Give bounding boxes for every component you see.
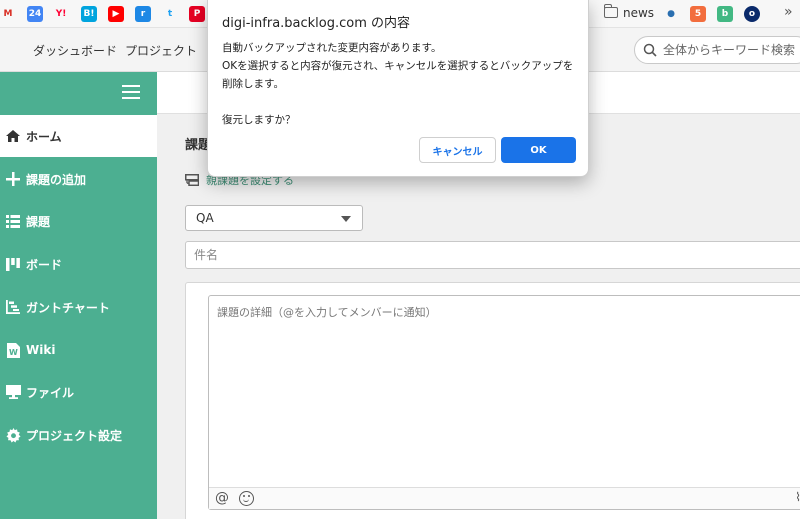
bookmark-news[interactable]: news (623, 6, 654, 20)
circle-app-icon[interactable]: o (744, 6, 760, 22)
gantt-icon (0, 300, 26, 314)
sidebar-item-label: ボード (26, 257, 63, 272)
search-icon (643, 43, 657, 57)
app-window: M 24 Y! B! ▶ r t P news ● 5 b o » ダッシュボー… (0, 0, 800, 519)
b-app-icon[interactable]: b (717, 6, 733, 22)
sidebar-item-label: ガントチャート (26, 300, 110, 315)
sidebar-item-label: 課題 (26, 214, 51, 229)
svg-text:W: W (9, 348, 18, 357)
parent-issue-icon (185, 174, 199, 186)
gear-icon (0, 427, 26, 443)
sidebar-item-issues[interactable]: 課題 (0, 200, 157, 242)
plus-icon (0, 172, 26, 186)
subject-field[interactable] (185, 241, 800, 269)
more-bookmarks-icon[interactable]: » (784, 4, 793, 20)
issue-type-value: QA (196, 211, 214, 225)
globe-icon[interactable]: ● (663, 6, 679, 22)
dialog-message: 自動バックアップされた変更内容があります。 OKを選択すると内容が復元され、キャ… (222, 39, 582, 129)
gmail-icon[interactable]: M (0, 6, 16, 22)
sidebar-item-home[interactable]: ホーム (0, 115, 157, 157)
twitter-icon[interactable]: t (162, 6, 178, 22)
app-icon[interactable]: r (135, 6, 151, 22)
resize-handle-icon[interactable]: ⌇ (795, 490, 800, 504)
search-input[interactable] (663, 43, 800, 57)
sidebar-item-label: 課題の追加 (26, 172, 87, 187)
dialog-title: digi-infra.backlog.com の内容 (222, 16, 411, 31)
calendar-icon[interactable]: 24 (27, 6, 43, 22)
sidebar-item-project-settings[interactable]: プロジェクト設定 (0, 414, 157, 456)
sidebar-item-label: ホーム (26, 129, 62, 144)
wiki-icon: W (0, 342, 26, 358)
sidebar-item-files[interactable]: ファイル (0, 371, 157, 413)
youtube-icon[interactable]: ▶ (108, 6, 124, 22)
board-icon (0, 257, 26, 271)
sidebar-item-label: ファイル (26, 385, 75, 400)
sidebar-item-add-issue[interactable]: 課題の追加 (0, 158, 157, 200)
nav-project[interactable]: プロジェクト (125, 42, 197, 59)
sidebar-item-label: Wiki (26, 343, 56, 357)
folder-icon[interactable] (603, 4, 618, 18)
sidebar-item-label: プロジェクト設定 (26, 428, 123, 443)
sidebar-item-board[interactable]: ボード (0, 243, 157, 285)
emoji-icon[interactable] (239, 491, 254, 506)
dialog-message-line: 自動バックアップされた変更内容があります。 (222, 42, 442, 54)
description-textarea[interactable] (209, 296, 800, 486)
search-box[interactable] (634, 36, 800, 64)
folder-icon (0, 385, 26, 399)
s-app-icon[interactable]: 5 (690, 6, 706, 22)
confirm-dialog: digi-infra.backlog.com の内容 自動バックアップされた変更… (207, 0, 589, 177)
yahoo-icon[interactable]: Y! (53, 6, 69, 22)
dialog-message-line: OKを選択すると内容が復元され、キャンセルを選択するとバックアップを削除します。 (222, 60, 574, 90)
home-icon (0, 129, 26, 143)
list-icon (0, 214, 26, 228)
mention-icon[interactable]: @ (215, 490, 229, 506)
editor-toolbar: @ ⌇ (209, 487, 800, 509)
description-editor[interactable]: @ ⌇ (208, 295, 800, 510)
hatena-icon[interactable]: B! (81, 6, 97, 22)
subject-input[interactable] (186, 242, 800, 268)
chevron-down-icon (341, 216, 351, 222)
issue-type-select[interactable]: QA (185, 205, 363, 231)
menu-icon[interactable] (122, 85, 140, 99)
cancel-button[interactable]: キャンセル (419, 137, 496, 163)
ok-button[interactable]: OK (501, 137, 576, 163)
sidebar-item-gantt[interactable]: ガントチャート (0, 286, 157, 328)
sidebar-item-wiki[interactable]: W Wiki (0, 329, 157, 371)
sidebar: ホーム 課題の追加 課題 ボード ガントチャート W Wiki ファイル プロジ… (0, 72, 157, 519)
pinterest-icon[interactable]: P (189, 6, 205, 22)
description-panel: @ ⌇ (185, 282, 800, 519)
nav-dashboard[interactable]: ダッシュボード (33, 42, 117, 59)
dialog-question: 復元しますか？ (222, 114, 296, 126)
